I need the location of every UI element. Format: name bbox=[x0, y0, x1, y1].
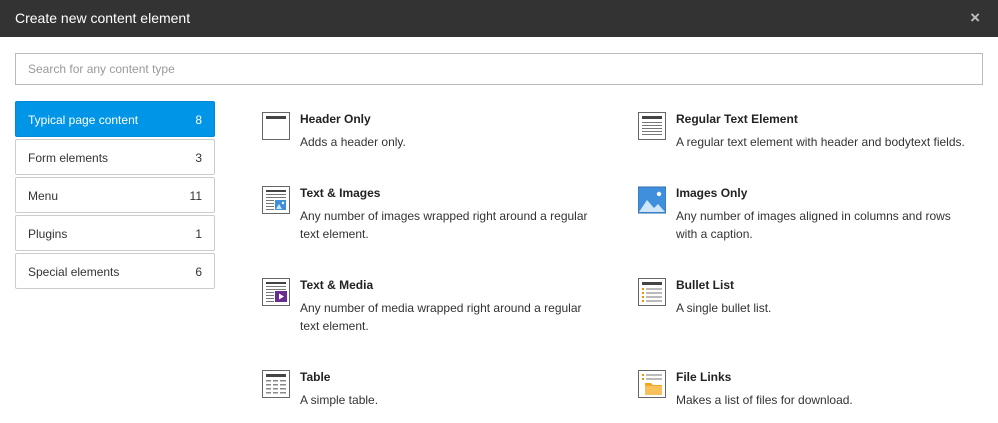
dialog-header: Create new content element × bbox=[0, 0, 998, 37]
sidebar-item-count: 6 bbox=[195, 265, 202, 279]
dialog-title: Create new content element bbox=[15, 10, 191, 26]
element-title: Text & Media bbox=[300, 278, 374, 292]
table-icon bbox=[262, 370, 290, 398]
element-description: A single bullet list. bbox=[676, 301, 772, 315]
element-description: A simple table. bbox=[300, 393, 379, 407]
sidebar-item-count: 8 bbox=[195, 113, 202, 127]
element-description: Adds a header only. bbox=[300, 135, 406, 149]
element-title: Images Only bbox=[676, 186, 748, 200]
sidebar-item-label: Plugins bbox=[28, 227, 68, 241]
element-description: Makes a list of files for download. bbox=[676, 393, 853, 407]
text-images-icon bbox=[262, 186, 290, 214]
element-title: File Links bbox=[676, 370, 732, 384]
sidebar-item-label: Menu bbox=[28, 189, 59, 203]
text-media-icon bbox=[262, 278, 290, 306]
sidebar-item-form-elements[interactable]: Form elements 3 bbox=[15, 139, 215, 175]
element-title: Table bbox=[300, 370, 331, 384]
sidebar-item-typical-page-content[interactable]: Typical page content 8 bbox=[15, 101, 215, 137]
sidebar-item-label: Typical page content bbox=[28, 113, 139, 127]
sidebar-item-label: Form elements bbox=[28, 151, 109, 165]
element-title: Regular Text Element bbox=[676, 112, 798, 126]
element-description: Any number of images aligned in columns … bbox=[676, 209, 951, 241]
bullet-list-icon bbox=[638, 278, 666, 306]
sidebar-item-special-elements[interactable]: Special elements 6 bbox=[15, 253, 215, 289]
sidebar-item-menu[interactable]: Menu 11 bbox=[15, 177, 215, 213]
sidebar-item-count: 1 bbox=[195, 227, 202, 241]
search-input[interactable] bbox=[15, 53, 983, 85]
category-sidebar: Typical page content 8 Form elements 3 M… bbox=[15, 101, 215, 291]
header-only-icon bbox=[262, 112, 290, 140]
sidebar-item-count: 11 bbox=[189, 189, 202, 203]
element-title: Text & Images bbox=[300, 186, 381, 200]
sidebar-item-label: Special elements bbox=[28, 265, 120, 279]
close-icon[interactable]: × bbox=[970, 9, 980, 26]
element-description: Any number of media wrapped right around… bbox=[300, 301, 582, 333]
element-description: A regular text element with header and b… bbox=[676, 135, 965, 149]
element-title: Bullet List bbox=[676, 278, 735, 292]
element-description: Any number of images wrapped right aroun… bbox=[300, 209, 588, 241]
regular-text-icon bbox=[638, 112, 666, 140]
images-only-icon bbox=[638, 186, 666, 214]
sidebar-item-count: 3 bbox=[195, 151, 202, 165]
element-title: Header Only bbox=[300, 112, 371, 126]
file-links-icon bbox=[638, 370, 666, 398]
sidebar-item-plugins[interactable]: Plugins 1 bbox=[15, 215, 215, 251]
